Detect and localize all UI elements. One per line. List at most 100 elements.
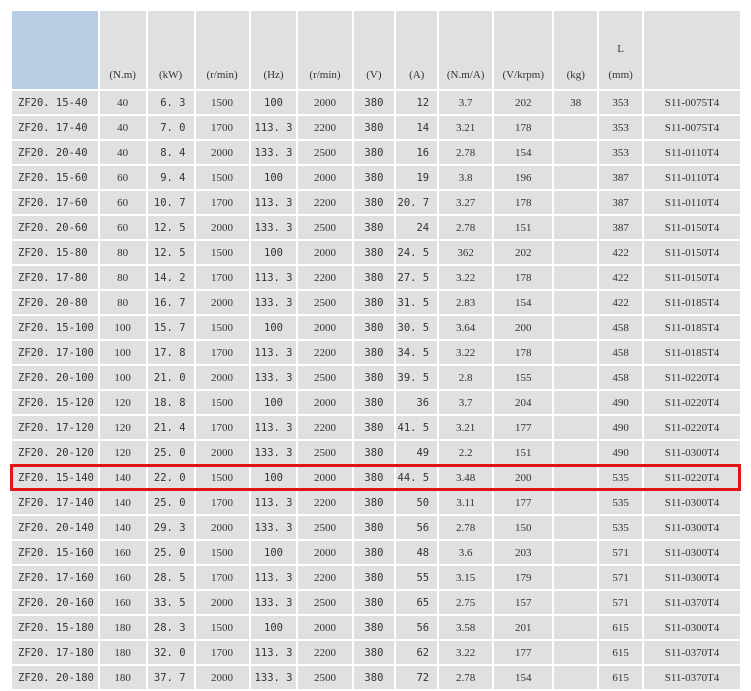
table-cell: 380 bbox=[353, 316, 395, 339]
table-cell: 2000 bbox=[195, 366, 249, 389]
header-unit: (r/min) bbox=[309, 69, 341, 81]
table-cell: S11-0150T4 bbox=[644, 241, 740, 264]
table-cell: 380 bbox=[353, 141, 395, 164]
table-cell: 113. 3 bbox=[250, 641, 297, 664]
table-cell: 24 bbox=[396, 216, 438, 239]
table-cell: 380 bbox=[353, 216, 395, 239]
table-cell: 2000 bbox=[298, 541, 352, 564]
table-row: ZF20. 17-180 180 32. 0 1700 113. 3 2200 380 62 3… bbox=[12, 641, 740, 664]
table-cell: 3.11 bbox=[439, 491, 493, 514]
table-cell: 2000 bbox=[298, 316, 352, 339]
table-cell: 2200 bbox=[298, 266, 352, 289]
table-cell bbox=[554, 116, 598, 139]
table-cell: 33. 5 bbox=[147, 591, 194, 614]
table-cell: 28. 5 bbox=[147, 566, 194, 589]
table-cell: 179 bbox=[494, 566, 553, 589]
table-cell: 113. 3 bbox=[250, 566, 297, 589]
table-row: ZF20. 15-180 180 28. 3 1500 100 2000 380 56 3.58… bbox=[12, 616, 740, 639]
table-cell: 535 bbox=[599, 516, 642, 539]
table-cell: 380 bbox=[353, 341, 395, 364]
table-cell: 30. 5 bbox=[396, 316, 438, 339]
table-cell: 3.22 bbox=[439, 266, 493, 289]
table-cell: 8. 4 bbox=[147, 141, 194, 164]
table-cell: 3.7 bbox=[439, 91, 493, 114]
header-cell: L (mm) bbox=[599, 11, 642, 89]
table-cell: 40 bbox=[99, 116, 146, 139]
table-cell: 1700 bbox=[195, 341, 249, 364]
table-cell: 2000 bbox=[195, 516, 249, 539]
header-cell: (V) bbox=[353, 11, 395, 89]
model-cell: ZF20. 15-100 bbox=[12, 316, 98, 339]
table-cell: 380 bbox=[353, 491, 395, 514]
table-cell: 100 bbox=[250, 541, 297, 564]
table-cell: 2000 bbox=[195, 216, 249, 239]
table-cell: S11-0220T4 bbox=[644, 416, 740, 439]
table-body: ZF20. 15-40 40 6. 3 1500 100 2000 380 12 3.7 202 3… bbox=[12, 91, 740, 689]
model-cell: ZF20. 17-60 bbox=[12, 191, 98, 214]
table-cell: 120 bbox=[99, 416, 146, 439]
model-cell: ZF20. 17-140 bbox=[12, 491, 98, 514]
table-cell bbox=[554, 141, 598, 164]
table-cell: 100 bbox=[99, 341, 146, 364]
table-row: ZF20. 17-100 100 17. 8 1700 113. 3 2200 380 34.… bbox=[12, 341, 740, 364]
table-cell: 72 bbox=[396, 666, 438, 689]
table-cell: 180 bbox=[99, 616, 146, 639]
table-cell: 2.78 bbox=[439, 216, 493, 239]
model-cell: ZF20. 15-60 bbox=[12, 166, 98, 189]
table-cell: 120 bbox=[99, 441, 146, 464]
table-row: ZF20. 15-80 80 12. 5 1500 100 2000 380 24. 5 362… bbox=[12, 241, 740, 264]
table-cell: 21. 4 bbox=[147, 416, 194, 439]
table-cell: 362 bbox=[439, 241, 493, 264]
table-cell: 380 bbox=[353, 266, 395, 289]
table-cell bbox=[554, 566, 598, 589]
model-cell: ZF20. 15-180 bbox=[12, 616, 98, 639]
table-cell: 535 bbox=[599, 466, 642, 489]
table-cell: 56 bbox=[396, 616, 438, 639]
model-cell: ZF20. 17-80 bbox=[12, 266, 98, 289]
table-cell: 380 bbox=[353, 291, 395, 314]
table-cell: 3.21 bbox=[439, 416, 493, 439]
table-cell: 180 bbox=[99, 666, 146, 689]
table-cell: 160 bbox=[99, 541, 146, 564]
model-cell: ZF20. 17-40 bbox=[12, 116, 98, 139]
model-cell: ZF20. 20-140 bbox=[12, 516, 98, 539]
table-cell: 2500 bbox=[298, 141, 352, 164]
table-cell bbox=[554, 441, 598, 464]
table-cell: 133. 3 bbox=[250, 516, 297, 539]
table-cell: 1500 bbox=[195, 466, 249, 489]
table-cell: 1700 bbox=[195, 641, 249, 664]
table-cell: 2000 bbox=[195, 141, 249, 164]
table-cell: 2200 bbox=[298, 416, 352, 439]
table-cell: S11-0220T4 bbox=[644, 366, 740, 389]
table-cell: 177 bbox=[494, 641, 553, 664]
table-cell bbox=[554, 541, 598, 564]
table-cell: S11-0300T4 bbox=[644, 491, 740, 514]
table-cell: 60 bbox=[99, 166, 146, 189]
table-cell: 177 bbox=[494, 491, 553, 514]
table-cell: 113. 3 bbox=[250, 266, 297, 289]
table-cell: 380 bbox=[353, 666, 395, 689]
table-cell: 40 bbox=[99, 141, 146, 164]
table-cell: 2200 bbox=[298, 641, 352, 664]
table-cell: 3.22 bbox=[439, 341, 493, 364]
table-cell: 113. 3 bbox=[250, 416, 297, 439]
table-cell: 2.2 bbox=[439, 441, 493, 464]
table-cell: 50 bbox=[396, 491, 438, 514]
table-cell bbox=[554, 266, 598, 289]
header-unit: (V/krpm) bbox=[502, 69, 544, 81]
table-row: ZF20. 20-40 40 8. 4 2000 133. 3 2500 380 16 2.78… bbox=[12, 141, 740, 164]
table-cell: 80 bbox=[99, 291, 146, 314]
table-cell: 2000 bbox=[298, 466, 352, 489]
table-cell: 571 bbox=[599, 541, 642, 564]
table-cell: 80 bbox=[99, 241, 146, 264]
table-cell: 615 bbox=[599, 616, 642, 639]
header-unit: (V) bbox=[366, 69, 382, 81]
table-cell: 1500 bbox=[195, 316, 249, 339]
table-cell: 2200 bbox=[298, 566, 352, 589]
table-cell: 36 bbox=[396, 391, 438, 414]
table-cell: 160 bbox=[99, 591, 146, 614]
table-cell: 380 bbox=[353, 166, 395, 189]
table-cell: 133. 3 bbox=[250, 366, 297, 389]
table-cell: S11-0185T4 bbox=[644, 341, 740, 364]
header-unit: (Hz) bbox=[263, 69, 284, 81]
